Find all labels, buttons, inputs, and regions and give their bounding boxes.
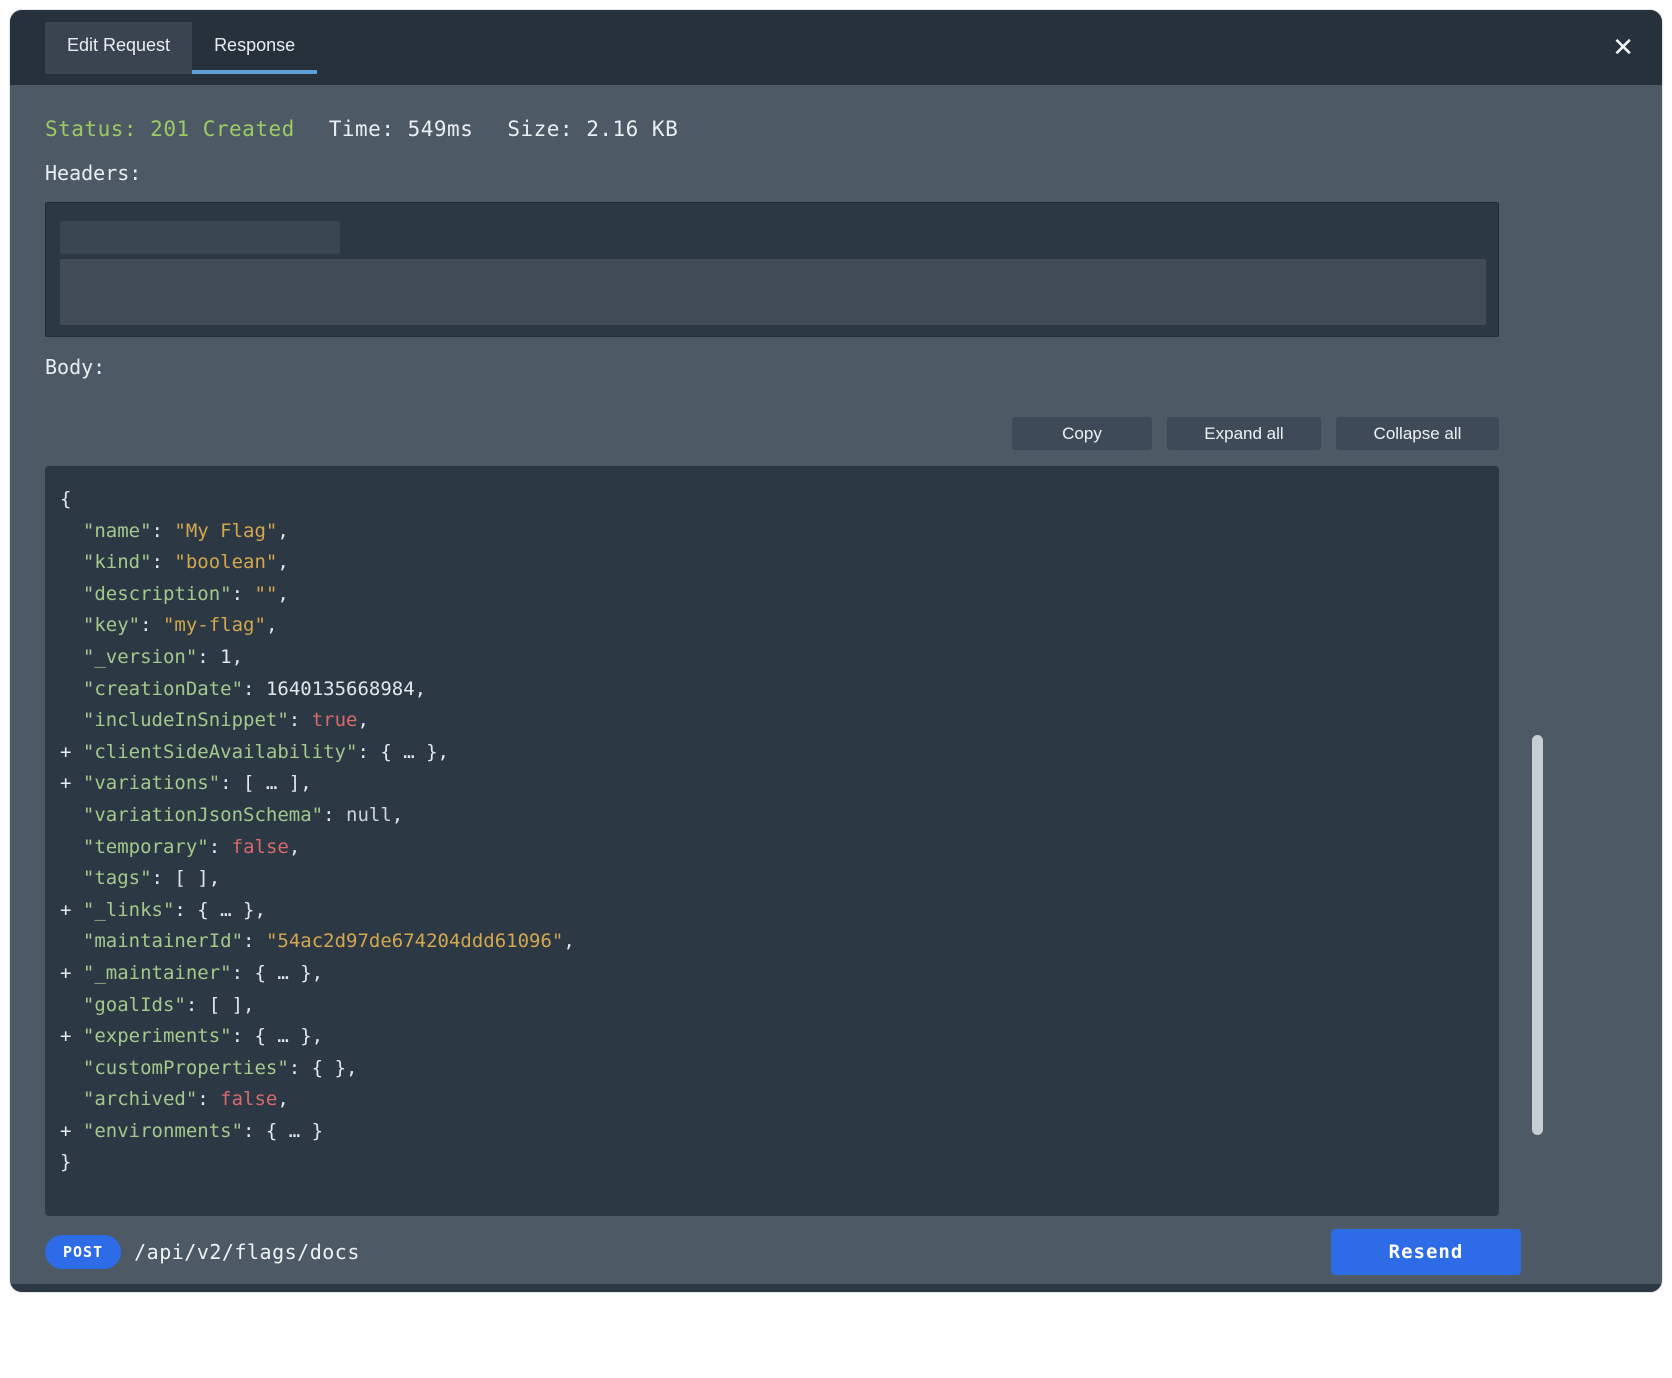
expand-all-button[interactable]: Expand all xyxy=(1167,417,1321,450)
json-line: "temporary": false, xyxy=(60,832,1489,864)
json-line: "description": "", xyxy=(60,579,1489,611)
json-line: + "_maintainer": { … }, xyxy=(60,958,1489,990)
expand-icon[interactable]: + xyxy=(60,1120,83,1142)
request-path: /api/v2/flags/docs xyxy=(134,1240,360,1264)
time-text: Time: 549ms xyxy=(329,117,474,141)
copy-button[interactable]: Copy xyxy=(1012,417,1152,450)
response-modal: Edit Request Response ✕ Status: 201 Crea… xyxy=(10,10,1662,1292)
size-value: 2.16 KB xyxy=(586,117,678,141)
time-value: 549ms xyxy=(408,117,474,141)
expand-icon[interactable]: + xyxy=(60,962,83,984)
response-content: Status: 201 Created Time: 549ms Size: 2.… xyxy=(10,85,1662,1220)
json-line: } xyxy=(60,1147,1489,1179)
redacted-header-values xyxy=(60,259,1486,325)
json-line: + "_links": { … }, xyxy=(60,895,1489,927)
size-label: Size: xyxy=(507,117,573,141)
collapse-all-button[interactable]: Collapse all xyxy=(1336,417,1499,450)
json-line: "tags": [ ], xyxy=(60,863,1489,895)
json-line: "name": "My Flag", xyxy=(60,516,1489,548)
json-line: + "variations": [ … ], xyxy=(60,768,1489,800)
expand-icon[interactable]: + xyxy=(60,741,83,763)
time-label: Time: xyxy=(329,117,395,141)
scrollbar-thumb[interactable] xyxy=(1532,735,1543,1135)
json-line: "_version": 1, xyxy=(60,642,1489,674)
json-line: "variationJsonSchema": null, xyxy=(60,800,1489,832)
status-value: 201 Created xyxy=(150,117,295,141)
json-line: { xyxy=(60,484,1489,516)
tab-edit-request[interactable]: Edit Request xyxy=(45,22,192,74)
json-line: "goalIds": [ ], xyxy=(60,990,1489,1022)
resend-button[interactable]: Resend xyxy=(1331,1229,1521,1275)
status-label: Status: xyxy=(45,117,137,141)
modal-bottom-strip xyxy=(10,1284,1662,1292)
json-line: "customProperties": { }, xyxy=(60,1053,1489,1085)
json-line: "archived": false, xyxy=(60,1084,1489,1116)
status-text: Status: 201 Created xyxy=(45,117,295,141)
body-label: Body: xyxy=(45,355,1499,379)
redacted-header-key xyxy=(60,221,340,254)
json-body-code: { "name": "My Flag", "kind": "boolean", … xyxy=(60,484,1489,1179)
request-footer: POST /api/v2/flags/docs Resend xyxy=(10,1220,1662,1284)
close-icon[interactable]: ✕ xyxy=(1612,35,1634,61)
expand-icon[interactable]: + xyxy=(60,1025,83,1047)
json-body-panel: { "name": "My Flag", "kind": "boolean", … xyxy=(45,466,1499,1216)
body-toolbar: Copy Expand all Collapse all xyxy=(45,417,1499,450)
json-line: + "clientSideAvailability": { … }, xyxy=(60,737,1489,769)
headers-box xyxy=(45,202,1499,337)
method-badge: POST xyxy=(45,1235,121,1269)
json-line: "kind": "boolean", xyxy=(60,547,1489,579)
json-line: "maintainerId": "54ac2d97de674204ddd6109… xyxy=(60,926,1489,958)
json-line: + "environments": { … } xyxy=(60,1116,1489,1148)
headers-label: Headers: xyxy=(45,161,1499,185)
json-line: + "experiments": { … }, xyxy=(60,1021,1489,1053)
tab-response[interactable]: Response xyxy=(192,22,317,74)
tab-bar: Edit Request Response xyxy=(45,22,317,74)
json-line: "includeInSnippet": true, xyxy=(60,705,1489,737)
expand-icon[interactable]: + xyxy=(60,899,83,921)
expand-icon[interactable]: + xyxy=(60,772,83,794)
json-line: "key": "my-flag", xyxy=(60,610,1489,642)
status-row: Status: 201 Created Time: 549ms Size: 2.… xyxy=(45,117,1499,141)
size-text: Size: 2.16 KB xyxy=(507,117,678,141)
modal-topbar: Edit Request Response ✕ xyxy=(10,10,1662,85)
json-line: "creationDate": 1640135668984, xyxy=(60,674,1489,706)
